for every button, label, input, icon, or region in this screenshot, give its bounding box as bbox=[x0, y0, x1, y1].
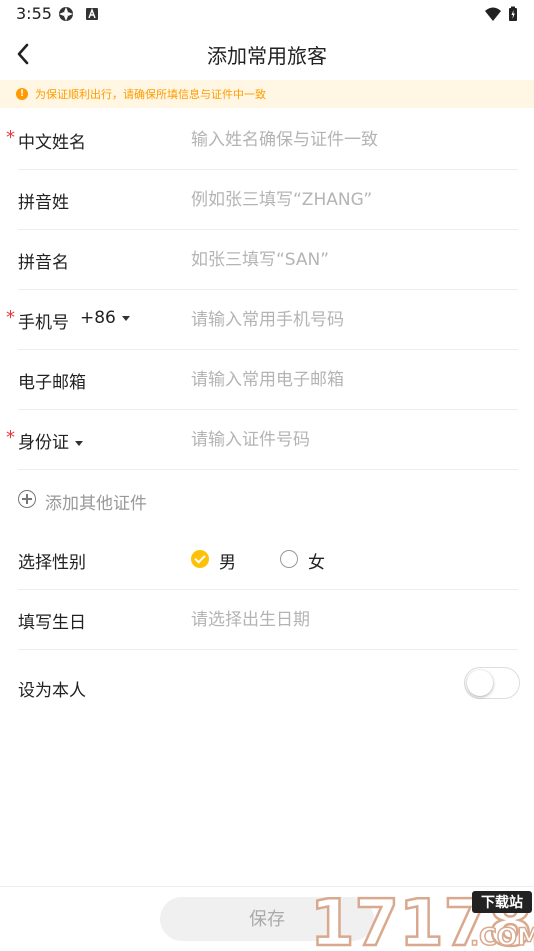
chinese-name-input[interactable] bbox=[191, 128, 511, 152]
info-notice-banner: ! 为保证顺利出行，请确保所填信息与证件中一致 bbox=[0, 80, 534, 108]
pinyin-surname-row: 拼音姓 bbox=[18, 169, 518, 230]
birthday-picker[interactable] bbox=[191, 608, 511, 632]
email-input[interactable] bbox=[191, 368, 511, 392]
pinyin-surname-input[interactable] bbox=[191, 188, 511, 212]
keyboard-notification-icon bbox=[86, 8, 98, 20]
country-code-value: +86 bbox=[80, 308, 116, 328]
phone-row: * 手机号 +86 bbox=[6, 289, 518, 350]
country-code-selector[interactable]: +86 bbox=[80, 308, 130, 328]
chinese-name-row: * 中文姓名 bbox=[6, 109, 518, 170]
birthday-row: 填写生日 bbox=[18, 589, 518, 650]
gender-female-label: 女 bbox=[308, 553, 325, 573]
pinyin-given-name-row: 拼音名 bbox=[18, 229, 518, 290]
add-circle-icon bbox=[18, 490, 36, 508]
top-navigation-bar: 添加常用旅客 bbox=[0, 28, 534, 80]
wifi-icon bbox=[485, 7, 501, 21]
gender-label: 选择性别 bbox=[18, 553, 86, 573]
email-label: 电子邮箱 bbox=[18, 373, 86, 393]
set-as-self-label: 设为本人 bbox=[18, 681, 86, 701]
required-mark: * bbox=[6, 127, 15, 148]
id-document-row: * 身份证 bbox=[6, 409, 518, 470]
warning-icon: ! bbox=[16, 88, 28, 100]
required-mark: * bbox=[6, 427, 15, 448]
required-mark: * bbox=[6, 307, 15, 328]
pinyin-surname-label: 拼音姓 bbox=[18, 193, 69, 213]
chinese-name-label: 中文姓名 bbox=[18, 133, 86, 153]
id-type-selector[interactable]: 身份证 bbox=[18, 428, 83, 453]
toggle-knob bbox=[467, 670, 493, 696]
pinyin-given-name-label: 拼音名 bbox=[18, 253, 69, 273]
status-bar: 3:55 bbox=[0, 0, 534, 28]
gender-row: 选择性别 男 女 bbox=[18, 529, 518, 590]
app-notification-icon bbox=[59, 7, 73, 21]
watermark-suffix: .COM bbox=[470, 923, 534, 950]
site-watermark-logo: 17178 下载站 .COM bbox=[309, 887, 534, 950]
pinyin-given-name-input[interactable] bbox=[191, 248, 511, 272]
birthday-label: 填写生日 bbox=[18, 613, 86, 633]
set-as-self-toggle[interactable] bbox=[464, 667, 520, 699]
phone-input[interactable] bbox=[191, 308, 511, 332]
email-row: 电子邮箱 bbox=[18, 349, 518, 410]
set-as-self-row: 设为本人 bbox=[18, 657, 520, 717]
dropdown-caret-icon bbox=[75, 440, 83, 446]
dropdown-caret-icon bbox=[121, 315, 130, 321]
phone-label: 手机号 bbox=[18, 313, 69, 333]
gender-male-label: 男 bbox=[219, 553, 236, 573]
battery-icon bbox=[509, 6, 517, 21]
radio-checked-icon bbox=[191, 550, 209, 568]
status-time: 3:55 bbox=[16, 4, 52, 23]
radio-unchecked-icon bbox=[280, 550, 298, 568]
add-other-id-label: 添加其他证件 bbox=[45, 494, 147, 514]
id-type-label: 身份证 bbox=[18, 433, 69, 453]
page-title: 添加常用旅客 bbox=[207, 44, 327, 68]
notice-text: 为保证顺利出行，请确保所填信息与证件中一致 bbox=[35, 88, 266, 101]
id-number-input[interactable] bbox=[191, 428, 511, 452]
watermark-badge: 下载站 bbox=[481, 894, 523, 911]
